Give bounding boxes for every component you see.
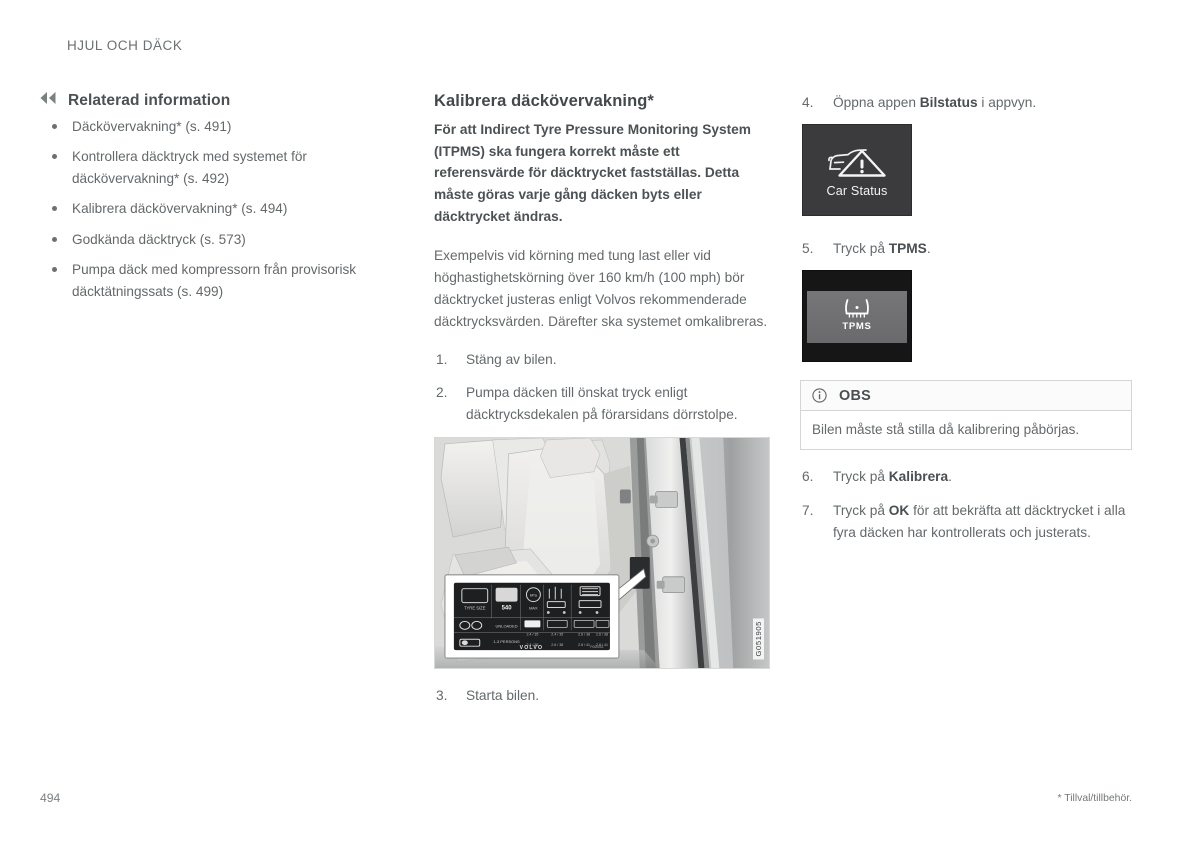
figure-door-pillar-decal: TYRE SIZE 540 kPa MAX UNLOADED 1-3 PERSO…: [434, 436, 770, 669]
list-item: 1. Stäng av bilen.: [434, 349, 770, 371]
related-information-column: Relaterad information Däckövervakning* (…: [40, 92, 410, 311]
tpms-button-label: TPMS: [842, 321, 872, 333]
related-information-header: Relaterad information: [40, 92, 410, 110]
svg-text:kPa: kPa: [530, 592, 538, 597]
related-links-list: Däckövervakning* (s. 491) Kontrollera dä…: [40, 116, 410, 303]
note-title: OBS: [839, 387, 872, 404]
running-header: HJUL OCH DÄCK: [67, 38, 183, 53]
step-text-bold: Kalibrera: [888, 469, 949, 485]
svg-text:2.4 / 35: 2.4 / 35: [526, 632, 538, 636]
svg-text:VOLVO: VOLVO: [520, 645, 544, 651]
svg-text:2.6 / 38: 2.6 / 38: [578, 632, 590, 636]
svg-text:2.4 / 35: 2.4 / 35: [551, 632, 563, 636]
svg-text:540: 540: [502, 605, 513, 611]
list-item: 2. Pumpa däcken till önskat tryck enligt…: [434, 382, 770, 426]
list-item[interactable]: Pumpa däck med kompressorn från provisor…: [40, 259, 410, 303]
photo-car-interior: TYRE SIZE 540 kPa MAX UNLOADED 1-3 PERSO…: [434, 436, 770, 669]
list-item[interactable]: Kontrollera däcktryck med systemet för d…: [40, 146, 410, 190]
step-number: 5.: [802, 240, 814, 256]
related-information-title: Relaterad information: [68, 92, 231, 109]
step-number: 3.: [436, 687, 448, 703]
svg-text:2.6 / 38: 2.6 / 38: [596, 632, 608, 636]
manual-page: HJUL OCH DÄCK Relaterad information Däck…: [0, 0, 1200, 845]
step-number: 6.: [802, 469, 814, 485]
svg-text:TYRE SIZE: TYRE SIZE: [464, 605, 486, 610]
car-status-tile-label: Car Status: [826, 183, 888, 198]
step-text: Pumpa däcken till önskat tryck enligt dä…: [466, 384, 738, 422]
page-title: Kalibrera däckövervakning*: [434, 92, 654, 110]
svg-text:UNLOADED: UNLOADED: [496, 623, 518, 628]
step-text-suffix: .: [948, 469, 952, 485]
tyre-pressure-icon: [842, 297, 872, 320]
footnote-optional-equipment: * Tillval/tillbehör.: [1057, 793, 1133, 804]
procedure-step-7: 7. Tryck på OK för att bekräfta att däck…: [800, 500, 1134, 544]
tpms-button-tile[interactable]: TPMS: [802, 269, 912, 362]
step-text-bold: Bilstatus: [919, 95, 978, 110]
svg-text:P000001: P000001: [590, 645, 604, 649]
info-circle-icon: [812, 388, 827, 403]
car-status-app-tile[interactable]: Car Status: [802, 123, 912, 216]
lead-paragraph: För att Indirect Tyre Pressure Monitorin…: [434, 122, 751, 224]
list-item: 3. Starta bilen.: [434, 685, 770, 707]
figure-reference-code: G051905: [753, 618, 764, 660]
step-number: 7.: [802, 503, 814, 519]
svg-text:2.8 / 41: 2.8 / 41: [578, 643, 590, 647]
note-text: Bilen måste stå stilla då kalibrering på…: [812, 421, 1080, 437]
procedure-step-4: 4. Öppna appen Bilstatus i appvyn.: [800, 92, 1134, 114]
step-number: 4.: [802, 95, 814, 110]
svg-text:MAX: MAX: [529, 605, 538, 610]
procedure-column: 4. Öppna appen Bilstatus i appvyn. Car S…: [800, 92, 1134, 552]
body-paragraph: Exempelvis vid körning med tung last ell…: [434, 248, 768, 329]
note-header: OBS: [801, 380, 1131, 411]
page-number: 494: [40, 791, 61, 805]
step-number: 2.: [436, 384, 448, 400]
main-content-column: Kalibrera däckövervakning* För att Indir…: [434, 92, 770, 718]
step-text-prefix: Tryck på: [833, 240, 889, 256]
double-chevron-left-icon[interactable]: [40, 92, 56, 104]
car-warning-triangle-icon: [826, 142, 888, 182]
list-item[interactable]: Däckövervakning* (s. 491): [40, 116, 410, 138]
step-number: 1.: [436, 351, 448, 367]
step-text-prefix: Tryck på: [833, 503, 889, 519]
procedure-step-6: 6. Tryck på Kalibrera.: [800, 466, 1134, 488]
step-text: Starta bilen.: [466, 687, 540, 703]
svg-text:2.6 / 38: 2.6 / 38: [551, 643, 563, 647]
note-box-obs: OBS Bilen måste stå stilla då kalibrerin…: [800, 379, 1132, 451]
list-item[interactable]: Kalibrera däckövervakning* (s. 494): [40, 198, 410, 220]
step-text-suffix: i appvyn.: [977, 95, 1037, 110]
procedure-step-3: 3. Starta bilen.: [434, 685, 770, 707]
step-text-bold: OK: [888, 503, 910, 519]
step-text-suffix: .: [926, 240, 931, 256]
step-text: Stäng av bilen.: [466, 351, 557, 367]
step-text-bold: TPMS: [888, 240, 927, 256]
procedure-step-5: 5. Tryck på TPMS.: [800, 238, 1134, 260]
step-text-prefix: Tryck på: [833, 469, 889, 485]
list-item[interactable]: Godkända däcktryck (s. 573): [40, 229, 410, 251]
svg-text:1-3 PERSONS: 1-3 PERSONS: [493, 639, 520, 644]
step-text-prefix: Öppna appen: [833, 95, 920, 110]
procedure-steps-1-2: 1. Stäng av bilen. 2. Pumpa däcken till …: [434, 349, 770, 426]
